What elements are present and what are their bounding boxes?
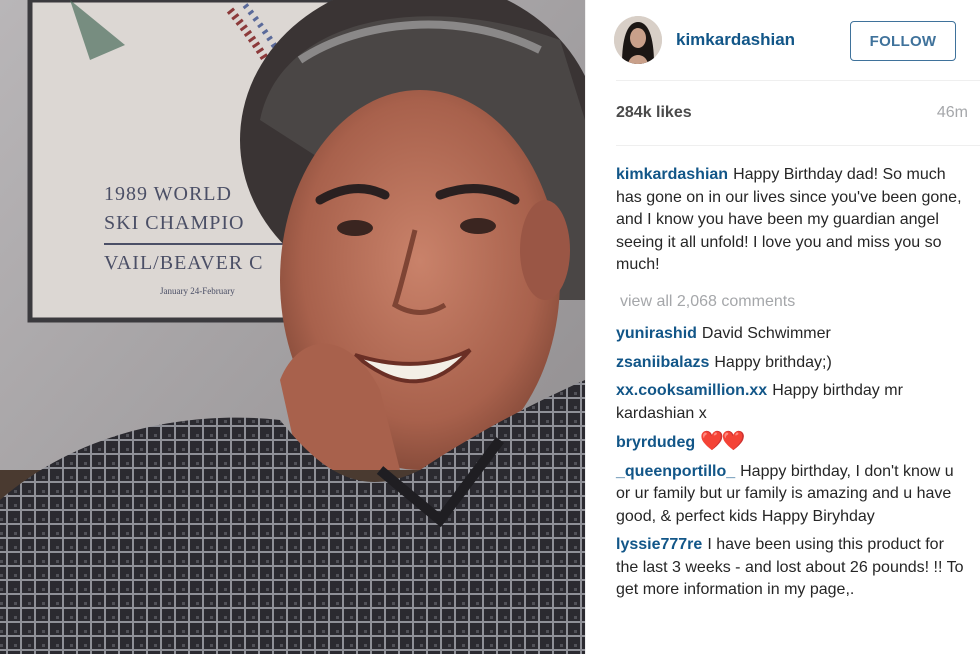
comment-username[interactable]: yunirashid [616,325,697,342]
heart-emoji-text: ❤️❤️ [700,431,745,452]
poster-text-line1: 1989 WORLD [104,183,232,205]
comment-text: David Schwimmer [701,325,831,342]
comment-item: xx.cooksamillion.xx Happy birthday mr kar… [616,380,968,425]
likes-count[interactable]: 284k likes [616,104,692,122]
comment-item: yunirashid David Schwimmer [616,323,968,346]
photo-illustration [0,0,585,654]
comments-section: kimkardashian Happy Birthday dad! So much… [616,146,968,602]
comment-item: zsaniibalazs Happy brithday;) [616,352,968,375]
post-header: kimkardashian FOLLOW [614,0,968,80]
comment-username[interactable]: bryrdudeg [616,434,695,451]
caption-username[interactable]: kimkardashian [616,166,728,183]
view-all-comments-link[interactable]: view all 2,068 comments [620,291,968,314]
comment-text: Happy brithday;) [714,353,832,371]
comment-item: _queenportillo_ Happy birthday, I don't k… [616,461,968,529]
follow-button[interactable]: FOLLOW [850,21,956,61]
comment-username[interactable]: _queenportillo_ [616,463,735,480]
comment-username[interactable]: xx.cooksamillion.xx [616,382,767,399]
post-author-username[interactable]: kimkardashian [676,30,795,50]
comment-username[interactable]: zsaniibalazs [616,354,709,371]
avatar-image [614,16,662,64]
post-meta: 284k likes 46m [616,81,968,145]
avatar[interactable] [614,16,662,64]
poster-text-line4: January 24-February [160,286,235,296]
post-time[interactable]: 46m [937,104,968,122]
post-side-panel: kimkardashian FOLLOW 284k likes 46m kimk… [585,0,980,654]
comment-username[interactable]: lyssie777re [616,536,702,553]
post-photo[interactable]: 1989 WORLD SKI CHAMPIO VAIL/BEAVER C Jan… [0,0,585,654]
poster-text-line3: VAIL/BEAVER C [104,252,264,274]
comment-item: lyssie777re I have been using this produc… [616,534,968,602]
comment-item: bryrdudeg ❤️❤️ [616,431,968,455]
caption: kimkardashian Happy Birthday dad! So much… [616,164,968,277]
poster-text-line2: SKI CHAMPIO [104,212,245,234]
instagram-post: 1989 WORLD SKI CHAMPIO VAIL/BEAVER C Jan… [0,0,980,654]
